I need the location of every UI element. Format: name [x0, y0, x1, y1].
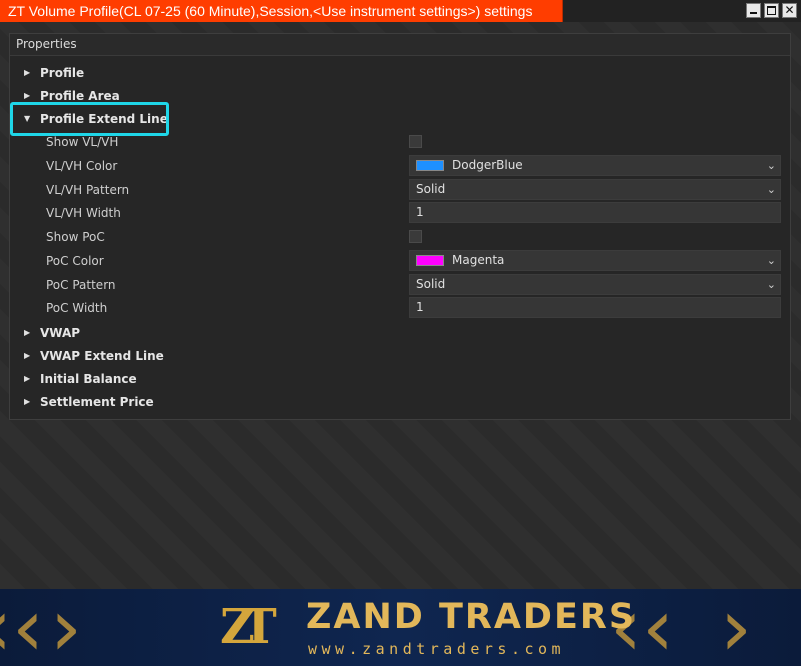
property-checkbox[interactable]: [409, 135, 422, 149]
brand-url: www.zandtraders.com: [308, 640, 566, 658]
property-label: PoC Width: [46, 301, 108, 316]
input-value: 1: [416, 205, 424, 220]
category-vwap-extend-line[interactable]: ▶ VWAP Extend Line: [10, 346, 790, 366]
category-label: Settlement Price: [40, 395, 154, 410]
property-value-cell: 1: [405, 202, 781, 224]
triangle-right-icon[interactable]: ▶: [24, 392, 30, 412]
dropdown-value: Solid: [416, 276, 446, 291]
category-settlement-price[interactable]: ▶ Settlement Price: [10, 392, 790, 412]
property-value-cell: Solid ⌄: [405, 273, 781, 295]
brand-name: ZAND TRADERS: [306, 597, 637, 637]
category-label: Profile: [40, 66, 85, 80]
property-label: VL/VH Color: [46, 158, 118, 173]
color-dropdown[interactable]: Magenta ⌄: [409, 249, 781, 271]
property-input[interactable]: 1: [409, 202, 781, 224]
chevron-down-icon[interactable]: ⌄: [767, 180, 776, 199]
triangle-right-icon[interactable]: ▶: [24, 63, 30, 83]
chevron-decoration-right-2: ›: [720, 589, 752, 666]
property-value-cell: [405, 226, 781, 247]
title-bar: ZT Volume Profile(CL 07-25 (60 Minute),S…: [0, 0, 801, 22]
properties-panel: Properties ▶ Profile ▶ Profile Area ▼ Profile…: [9, 33, 791, 420]
window-title: ZT Volume Profile(CL 07-25 (60 Minute),S…: [0, 0, 563, 22]
property-label: VL/VH Pattern: [46, 182, 130, 197]
maximize-button[interactable]: [764, 3, 779, 18]
property-value-cell: Solid ⌄: [405, 178, 781, 200]
chevron-decoration-left-2: ›: [50, 589, 82, 666]
dropdown-value: Magenta: [452, 252, 505, 267]
chevron-decoration-left: ‹‹: [0, 589, 44, 666]
chevron-down-icon[interactable]: ⌄: [767, 275, 776, 294]
color-swatch: [416, 159, 444, 171]
property-value-cell: [405, 131, 781, 152]
minimize-button[interactable]: [746, 3, 761, 18]
category-vwap[interactable]: ▶ VWAP: [10, 323, 790, 343]
chevron-down-icon[interactable]: ⌄: [767, 251, 776, 270]
property-value-cell: 1: [405, 297, 781, 319]
pattern-dropdown[interactable]: Solid ⌄: [409, 273, 781, 295]
properties-header: Properties: [10, 34, 790, 56]
property-input[interactable]: 1: [409, 297, 781, 319]
property-value-cell: DodgerBlue ⌄: [405, 154, 781, 176]
category-label: VWAP Extend Line: [40, 348, 164, 363]
input-value: 1: [416, 300, 424, 315]
dropdown-value: Solid: [416, 181, 446, 196]
property-label: PoC Color: [46, 253, 104, 268]
brand-banner: ‹‹ › ‹‹ › ZT ZAND TRADERS www.zandtrader…: [0, 589, 801, 666]
chevron-down-icon[interactable]: ⌄: [767, 156, 776, 175]
close-button[interactable]: ✕: [782, 3, 797, 18]
property-label: Show PoC: [46, 230, 105, 245]
color-swatch: [416, 254, 444, 266]
triangle-right-icon[interactable]: ▶: [24, 369, 30, 389]
close-icon: ✕: [784, 3, 795, 17]
dropdown-value: DodgerBlue: [452, 157, 523, 172]
triangle-right-icon[interactable]: ▶: [24, 346, 30, 366]
property-label: VL/VH Width: [46, 206, 121, 221]
triangle-right-icon[interactable]: ▶: [24, 323, 30, 343]
category-profile[interactable]: ▶ Profile: [10, 63, 790, 83]
category-label: Initial Balance: [40, 372, 137, 386]
property-label: PoC Pattern: [46, 277, 116, 292]
color-dropdown[interactable]: DodgerBlue ⌄: [409, 154, 781, 176]
window-controls: ✕: [746, 3, 797, 18]
property-value-cell: Magenta ⌄: [405, 249, 781, 271]
brand-logo: ZT: [220, 599, 277, 655]
highlight-box: [10, 102, 169, 136]
property-checkbox[interactable]: [409, 230, 422, 244]
category-initial-balance[interactable]: ▶ Initial Balance: [10, 369, 790, 389]
category-label: VWAP: [40, 325, 81, 340]
pattern-dropdown[interactable]: Solid ⌄: [409, 178, 781, 200]
